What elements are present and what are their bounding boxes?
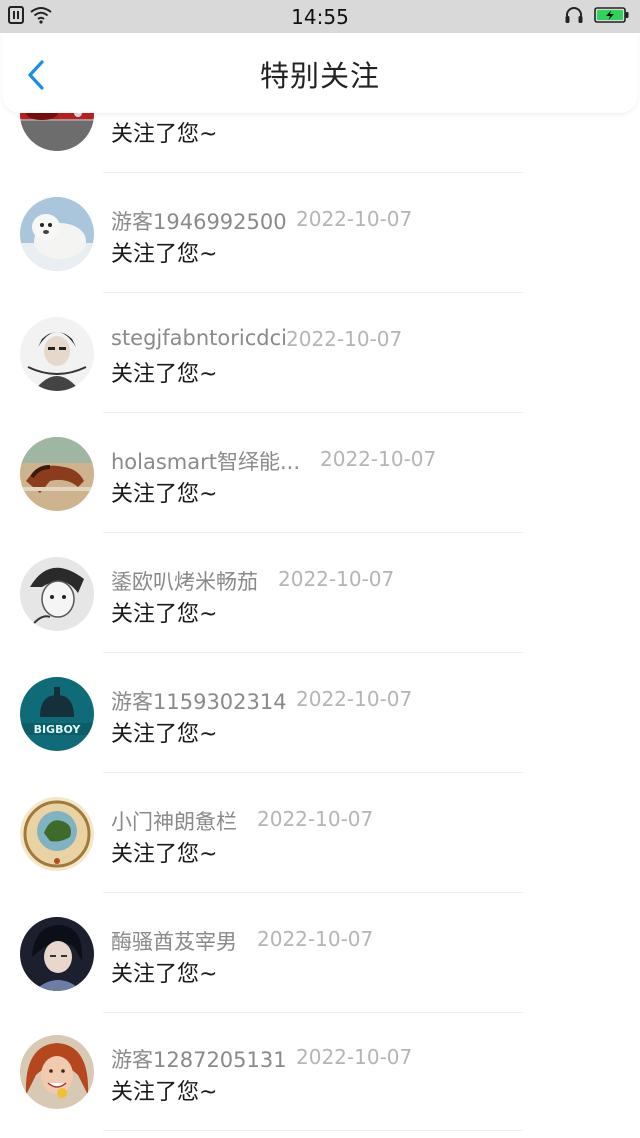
follow-date: 2022-10-07 [296, 207, 413, 231]
follow-date: 2022-10-07 [257, 927, 374, 951]
follow-list-item[interactable]: 酶骚酋芨宰男 2022-10-07 关注了您~ [0, 892, 640, 1013]
follow-message: 关注了您~ [111, 602, 218, 627]
follow-list-item[interactable]: stegjfabntoricdci 2022-10-07 关注了您~ [0, 292, 640, 413]
follow-message: 关注了您~ [111, 362, 218, 387]
follower-name[interactable]: 游客1946992500 [111, 206, 287, 236]
follow-date: 2022-10-07 [320, 447, 437, 471]
avatar[interactable] [20, 557, 94, 631]
follow-message: 关注了您~ [111, 482, 218, 507]
follow-message: 关注了您~ [111, 842, 218, 867]
follow-list[interactable]: 关注了您~ 游客1946992500 2022-10-07 关注了您~ steg… [0, 0, 640, 1138]
row-divider [103, 1130, 523, 1131]
avatar[interactable] [20, 917, 94, 991]
follower-name[interactable]: 游客1287205131 [111, 1044, 287, 1074]
follow-message: 关注了您~ [111, 722, 218, 747]
follow-message: 关注了您~ [111, 1080, 218, 1105]
follow-list-item[interactable]: 游客1946992500 2022-10-07 关注了您~ [0, 172, 640, 293]
avatar[interactable] [20, 1035, 94, 1109]
follower-name[interactable]: 游客1159302314 [111, 686, 287, 716]
follow-list-item[interactable]: holasmart智绎能... 2022-10-07 关注了您~ [0, 412, 640, 533]
avatar[interactable] [20, 437, 94, 511]
follow-message: 关注了您~ [111, 122, 218, 147]
avatar[interactable] [20, 317, 94, 391]
follow-message: 关注了您~ [111, 242, 218, 267]
follow-date: 2022-10-07 [257, 807, 374, 831]
follow-list-item[interactable]: 鋈欧叭烤米畅茄 2022-10-07 关注了您~ [0, 532, 640, 653]
follow-list-item[interactable]: 小门神朗惫栏 2022-10-07 关注了您~ [0, 772, 640, 893]
follower-name[interactable]: 酶骚酋芨宰男 [111, 926, 237, 956]
navigation-bar: 特别关注 [2, 33, 638, 113]
avatar[interactable] [20, 197, 94, 271]
follow-date: 2022-10-07 [278, 567, 395, 591]
avatar-bigboy-text: BIGBOY [34, 723, 82, 736]
avatar[interactable]: BIGBOY [20, 677, 94, 751]
follow-date: 2022-10-07 [296, 687, 413, 711]
follower-name[interactable]: holasmart智绎能... [111, 446, 300, 476]
follow-list-item[interactable]: 游客1287205131 2022-10-07 关注了您~ [0, 1012, 640, 1132]
follow-date: 2022-10-07 [286, 327, 403, 351]
page-title: 特别关注 [259, 59, 380, 93]
follow-date: 2022-10-07 [296, 1045, 413, 1069]
follower-name[interactable]: 小门神朗惫栏 [111, 806, 237, 836]
follower-name[interactable]: stegjfabntoricdci [111, 326, 287, 350]
follow-message: 关注了您~ [111, 962, 218, 987]
follower-name[interactable]: 鋈欧叭烤米畅茄 [111, 566, 258, 596]
avatar[interactable] [20, 797, 94, 871]
follow-list-item[interactable]: BIGBOY 游客1159302314 2022-10-07 关注了您~ [0, 652, 640, 773]
